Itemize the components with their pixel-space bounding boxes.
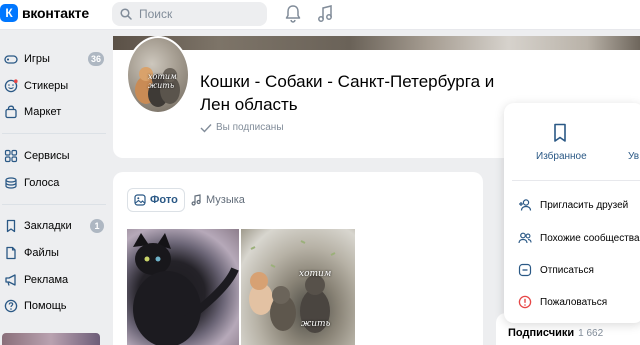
bookmarks-count-badge: 1 [90, 219, 104, 233]
menu-item-invite-friends[interactable]: Пригласить друзей [518, 196, 628, 214]
sidebar-item-votes[interactable]: Голоса [0, 172, 108, 194]
tab-label: Фото [150, 194, 178, 206]
gamepad-icon [4, 52, 18, 66]
music-icon[interactable] [316, 4, 334, 24]
menu-item-label: Отписаться [540, 264, 594, 276]
report-icon [518, 295, 532, 309]
favorites-button-label[interactable]: Избранное [536, 151, 587, 162]
sidebar-item-label: Закладки [24, 220, 72, 232]
notifications-button-label[interactable]: Ув [628, 151, 639, 162]
menu-item-label: Похожие сообщества [540, 232, 640, 244]
avatar-caption: хотим жить [148, 72, 177, 90]
help-icon [4, 299, 18, 313]
coins-icon [4, 176, 18, 190]
followers-block[interactable]: Подписчики 1 662 [508, 327, 603, 339]
sidebar-item-help[interactable]: Помощь [0, 295, 108, 317]
sidebar-promo-image[interactable] [2, 333, 100, 345]
games-count-badge: 36 [87, 52, 104, 66]
sidebar-item-label: Реклама [24, 274, 69, 286]
shopping-bag-icon [4, 105, 18, 119]
popup-divider [512, 180, 640, 181]
vk-logo[interactable]: К вконтакте [0, 4, 89, 22]
bookmark-icon [4, 219, 18, 233]
search-icon [120, 8, 132, 20]
bell-icon[interactable] [284, 4, 302, 24]
search-placeholder: Поиск [139, 7, 173, 21]
photo-black-cat[interactable] [127, 229, 239, 345]
vk-logo-text: вконтакте [22, 5, 89, 21]
sidebar-item-label: Игры [24, 53, 50, 65]
file-icon [4, 246, 18, 260]
services-grid-icon [4, 149, 18, 163]
sidebar-item-label: Сервисы [24, 150, 70, 162]
search-input[interactable]: Поиск [112, 2, 267, 26]
sidebar-item-label: Маркет [24, 106, 62, 118]
menu-item-report[interactable]: Пожаловаться [518, 293, 607, 311]
sidebar-item-label: Голоса [24, 177, 60, 189]
sidebar-item-bookmarks[interactable]: Закладки 1 [0, 215, 108, 237]
unsubscribe-icon [518, 263, 532, 277]
subscribed-status[interactable]: Вы подписаны [200, 122, 284, 133]
followers-label: Подписчики [508, 327, 575, 339]
sidebar-item-games[interactable]: Игры 36 [0, 48, 108, 70]
community-avatar[interactable]: хотим жить [126, 36, 190, 114]
community-actions-popup: Избранное Ув Пригласить друзей Похожие с… [504, 103, 640, 323]
smile-icon [4, 79, 18, 93]
bookmark-icon[interactable] [553, 123, 567, 143]
sidebar-divider [2, 204, 106, 205]
check-icon [200, 123, 212, 133]
top-header: К вконтакте Поиск [0, 0, 640, 30]
sidebar-item-label: Стикеры [24, 80, 69, 92]
sidebar-item-label: Файлы [24, 247, 59, 259]
music-note-icon [191, 194, 201, 206]
sidebar-item-stickers[interactable]: Стикеры [0, 75, 108, 97]
users-icon [518, 232, 532, 244]
tab-label: Музыка [206, 194, 245, 206]
black-cat-image [133, 233, 239, 345]
followers-count: 1 662 [578, 328, 604, 339]
subscribed-label: Вы подписаны [216, 122, 284, 133]
sidebar-item-ads[interactable]: Реклама [0, 269, 108, 291]
community-cover [113, 36, 640, 50]
photo-caption-line-1: хотим [299, 269, 332, 279]
tab-music[interactable]: Музыка [184, 188, 251, 212]
vk-logo-icon: К [0, 4, 18, 22]
megaphone-icon [4, 273, 18, 287]
sidebar-item-label: Помощь [24, 300, 67, 312]
sidebar-item-files[interactable]: Файлы [0, 242, 108, 264]
menu-item-unsubscribe[interactable]: Отписаться [518, 261, 594, 279]
sidebar-item-services[interactable]: Сервисы [0, 145, 108, 167]
photo-caption-line-2: жить [301, 319, 331, 329]
photo-icon [134, 194, 146, 206]
community-title: Кошки - Собаки - Санкт-Петербурга и Лен … [200, 72, 495, 114]
menu-item-label: Пригласить друзей [540, 199, 629, 211]
menu-item-similar-communities[interactable]: Похожие сообщества [518, 229, 640, 247]
sidebar-item-market[interactable]: Маркет [0, 101, 108, 123]
tab-photos[interactable]: Фото [127, 188, 185, 212]
three-cats-image [249, 240, 336, 333]
add-user-icon [519, 199, 532, 211]
sidebar-divider [2, 133, 106, 134]
photo-three-cats[interactable]: хотим жить [241, 229, 355, 345]
menu-item-label: Пожаловаться [540, 296, 608, 308]
